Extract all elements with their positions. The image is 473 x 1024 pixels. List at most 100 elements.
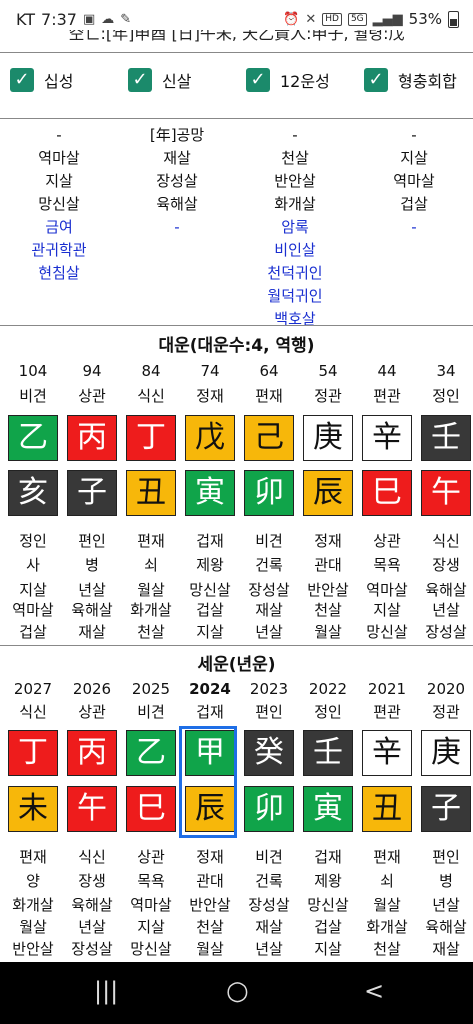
divider (0, 118, 473, 119)
current-year-highlight (179, 726, 237, 838)
earthly-branch-tile[interactable]: 亥 (8, 470, 58, 516)
ten-god-label: 상관 (78, 703, 106, 721)
sinsal-label: 월살 (137, 581, 165, 599)
twelve-state-label: 장생 (78, 872, 106, 890)
earthly-branch-tile[interactable]: 巳 (126, 786, 176, 832)
gilsin-item: 비인살 (274, 241, 316, 259)
sinsal-label: 겁살 (19, 623, 47, 641)
heavenly-stem-tile[interactable]: 庚 (303, 415, 353, 461)
sinsal-item: 장성살 (156, 172, 198, 190)
earthly-branch-tile[interactable]: 巳 (362, 470, 412, 516)
heavenly-stem-tile[interactable]: 壬 (421, 415, 471, 461)
sinsal-column: - 천살 반안살 화개살 암록 비인살 천덕귀인 월덕귀인 백호살 (236, 124, 354, 331)
heavenly-stem-tile[interactable]: 辛 (362, 415, 412, 461)
home-button[interactable]: ○ (226, 976, 249, 1006)
seun-year: 2024 (189, 680, 231, 698)
sinsal-label: 반안살 (189, 896, 231, 914)
checkmark-icon: ✓ (246, 68, 270, 92)
checkbox-sinsal[interactable]: ✓ 신살 (128, 68, 191, 92)
heavenly-stem-tile[interactable]: 戊 (185, 415, 235, 461)
gilsin-item: 암록 (281, 218, 309, 236)
recent-apps-button[interactable]: ||| (94, 976, 118, 1006)
sinsal-label: 지살 (137, 918, 165, 936)
heavenly-stem-tile[interactable]: 壬 (303, 730, 353, 776)
heavenly-stem-tile[interactable]: 癸 (244, 730, 294, 776)
ten-god-label: 비견 (255, 532, 283, 550)
checkmark-icon: ✓ (128, 68, 152, 92)
sinsal-label: 지살 (19, 581, 47, 599)
ten-god-label: 겁재 (196, 703, 224, 721)
sinsal-item: 지살 (400, 149, 428, 167)
heavenly-stem-tile[interactable]: 庚 (421, 730, 471, 776)
clock: 7:37 (41, 10, 77, 29)
earthly-branch-tile[interactable]: 卯 (244, 786, 294, 832)
signal-icon: ▂▄▆ (372, 11, 403, 27)
ten-god-label: 식신 (137, 387, 165, 405)
gilsin-item: 월덕귀인 (267, 287, 323, 305)
seun-sal2-row: 월살 년살 지살 천살 재살 겁살 화개살 육해살 (0, 916, 473, 940)
gilsin-item: 현침살 (38, 264, 80, 282)
heavenly-stem-tile[interactable]: 辛 (362, 730, 412, 776)
heavenly-stem-tile[interactable]: 丁 (8, 730, 58, 776)
back-button[interactable]: < (364, 976, 384, 1006)
earthly-branch-tile[interactable]: 午 (67, 786, 117, 832)
heavenly-stem-tile[interactable]: 乙 (8, 415, 58, 461)
earthly-branch-tile[interactable]: 寅 (303, 786, 353, 832)
earthly-branch-tile[interactable]: 子 (67, 470, 117, 516)
daeun-12state-row: 사 병 쇠 제왕 건록 관대 목욕 장생 (0, 554, 473, 578)
seun-title: 세운(년운) (197, 655, 276, 675)
twelve-state-label: 병 (439, 872, 453, 890)
sinsal-label: 겁살 (196, 601, 224, 619)
earthly-branch-tile[interactable]: 辰 (303, 470, 353, 516)
daeun-age: 84 (141, 362, 161, 380)
heavenly-stem-tile[interactable]: 丙 (67, 415, 117, 461)
earthly-branch-tile[interactable]: 未 (8, 786, 58, 832)
twelve-state-label: 목욕 (137, 872, 165, 890)
seun-year: 2021 (367, 680, 407, 698)
twelve-state-label: 병 (85, 556, 99, 574)
sinsal-label: 년살 (255, 940, 283, 958)
earthly-branch-tile[interactable]: 午 (421, 470, 471, 516)
ten-god-label: 편재 (19, 848, 47, 866)
sinsal-label: 반안살 (307, 581, 349, 599)
heavenly-stem-tile[interactable]: 乙 (126, 730, 176, 776)
ten-god-label: 편관 (373, 387, 401, 405)
checkbox-12unseong[interactable]: ✓ 12운성 (246, 68, 330, 92)
ten-god-label: 정재 (314, 532, 342, 550)
sinsal-item: 망신살 (38, 195, 80, 213)
gilsin-item: 관귀학관 (31, 241, 87, 259)
earthly-branch-tile[interactable]: 寅 (185, 470, 235, 516)
heavenly-stem-tile[interactable]: 丙 (67, 730, 117, 776)
earthly-branch-tile[interactable]: 卯 (244, 470, 294, 516)
seun-year: 2026 (72, 680, 112, 698)
ten-god-label: 겁재 (314, 848, 342, 866)
checkbox-label: 12운성 (280, 72, 330, 91)
checkbox-hyeongchung[interactable]: ✓ 형충회합 (364, 68, 457, 92)
daeun-sal3-row: 겁살 재살 천살 지살 년살 월살 망신살 장성살 (0, 621, 473, 645)
ten-god-label: 편재 (255, 387, 283, 405)
sinsal-label: 장성살 (71, 940, 113, 958)
daeun-age: 34 (436, 362, 456, 380)
sinsal-head: - (411, 126, 417, 144)
seun-year: 2027 (13, 680, 53, 698)
gilsin-item: - (411, 218, 417, 236)
sinsal-label: 년살 (78, 581, 106, 599)
sinsal-label: 재살 (432, 940, 460, 958)
earthly-branch-tile[interactable]: 子 (421, 786, 471, 832)
sinsal-label: 천살 (196, 918, 224, 936)
checkbox-sipseong[interactable]: ✓ 십성 (10, 68, 73, 92)
sinsal-label: 천살 (373, 940, 401, 958)
heavenly-stem-tile[interactable]: 丁 (126, 415, 176, 461)
heavenly-stem-tile[interactable]: 己 (244, 415, 294, 461)
sinsal-label: 년살 (78, 918, 106, 936)
sinsal-label: 장성살 (425, 623, 467, 641)
sinsal-label: 월살 (314, 623, 342, 641)
ten-god-label: 편인 (432, 848, 460, 866)
earthly-branch-tile[interactable]: 丑 (362, 786, 412, 832)
earthly-branch-tile[interactable]: 丑 (126, 470, 176, 516)
ten-god-label: 겁재 (196, 532, 224, 550)
gallery-icon: ▣ (82, 12, 96, 27)
sinsal-label: 천살 (137, 623, 165, 641)
daeun-sal2-row: 역마살 육해살 화개살 겁살 재살 천살 지살 년살 (0, 599, 473, 623)
sinsal-item: 천살 (281, 149, 309, 167)
